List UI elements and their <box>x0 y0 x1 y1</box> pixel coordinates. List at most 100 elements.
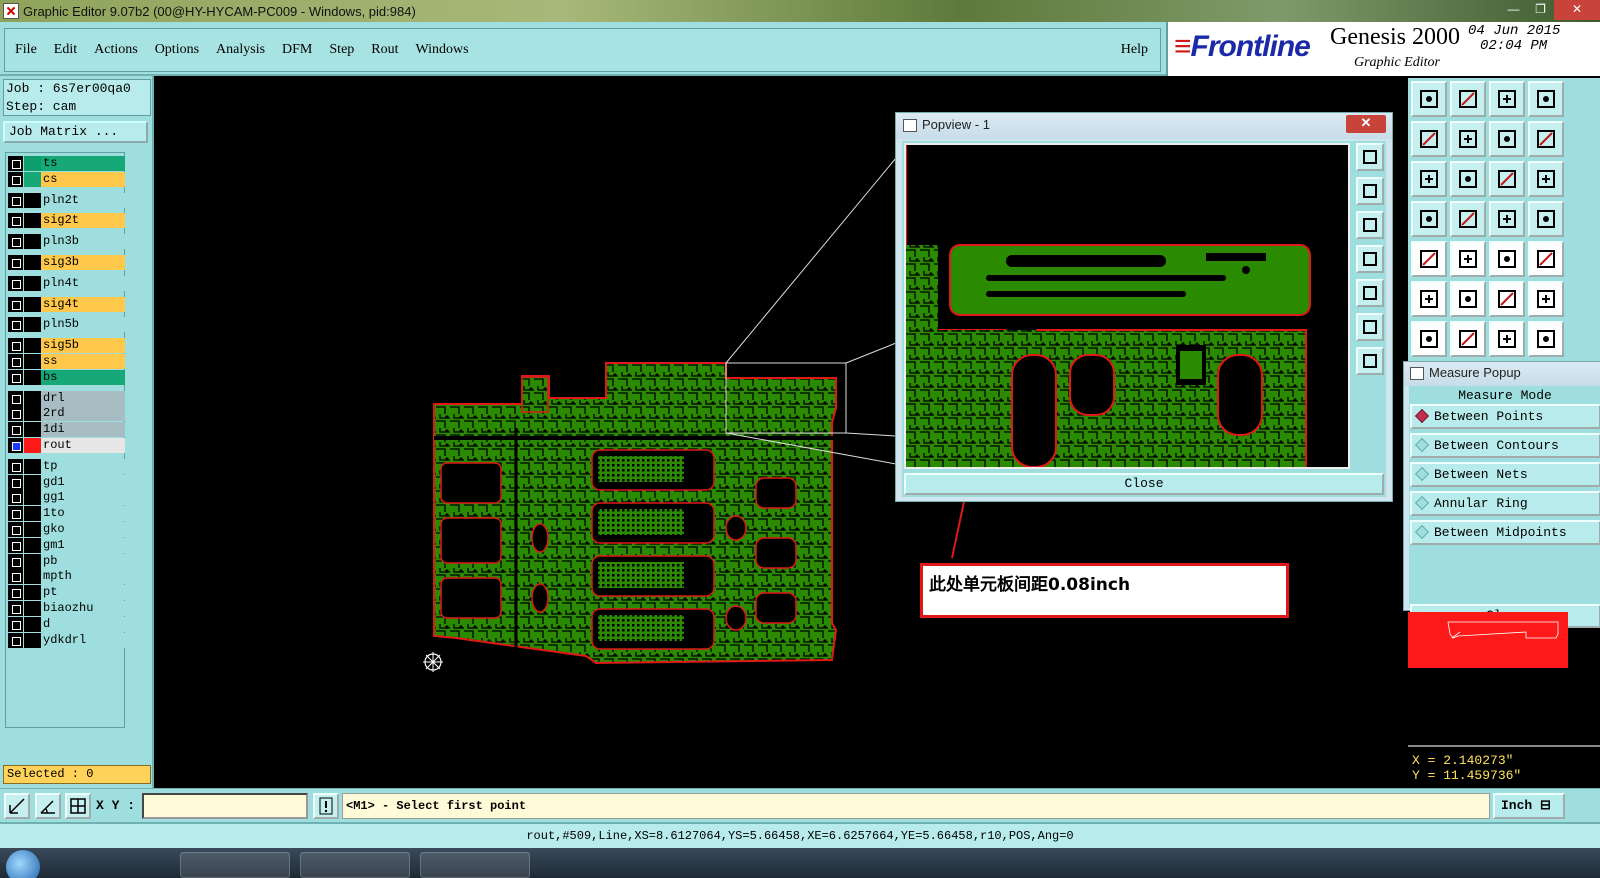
popview-canvas[interactable] <box>904 143 1350 469</box>
layer-checkbox[interactable] <box>8 317 23 333</box>
layer-row-1to[interactable]: 1to <box>7 506 125 522</box>
layer-checkbox[interactable] <box>8 422 23 438</box>
popview-close-x[interactable]: ✕ <box>1346 115 1386 133</box>
layer-row-sig5b[interactable]: sig5b <box>7 338 125 354</box>
menu-file[interactable]: File <box>15 42 37 58</box>
diagonal-measure-icon[interactable] <box>1450 321 1486 357</box>
menu-edit[interactable]: Edit <box>54 42 77 58</box>
minimize-button[interactable]: — <box>1500 0 1527 20</box>
angle-mode-icon[interactable] <box>35 793 61 819</box>
layer-row-pt[interactable]: pt <box>7 585 125 601</box>
layer-row-tp[interactable]: tp <box>7 458 125 474</box>
layer-row-pln5b[interactable]: pln5b <box>7 317 125 333</box>
mode-between-midpoints[interactable]: Between Midpoints <box>1410 520 1600 545</box>
dot-move-icon[interactable] <box>1528 281 1564 317</box>
layer-checkbox[interactable] <box>8 354 23 369</box>
layer-row-ss[interactable]: ss <box>7 354 125 369</box>
mode-annular-ring[interactable]: Annular Ring <box>1410 491 1600 516</box>
menu-rout[interactable]: Rout <box>371 42 398 58</box>
menu-options[interactable]: Options <box>155 42 199 58</box>
layer-checkbox[interactable] <box>8 569 23 585</box>
previous-view-icon[interactable] <box>1489 121 1525 157</box>
snap-mode-icon[interactable] <box>4 793 30 819</box>
layer-checkbox[interactable] <box>8 601 23 616</box>
popview-zoom-window-icon[interactable] <box>1356 143 1384 171</box>
mode-between-nets[interactable]: Between Nets <box>1410 462 1600 487</box>
cross-delete-icon[interactable] <box>1450 281 1486 317</box>
start-button[interactable] <box>6 850 40 878</box>
zoom-fit-icon[interactable] <box>1411 161 1447 197</box>
layer-checkbox[interactable] <box>8 296 23 312</box>
layer-checkbox[interactable] <box>8 522 23 537</box>
layer-row-sig2t[interactable]: sig2t <box>7 213 125 229</box>
close-window-button[interactable]: ✕ <box>1554 0 1600 20</box>
layer-row-gko[interactable]: gko <box>7 522 125 537</box>
home-view-icon[interactable] <box>1489 81 1525 117</box>
scale-1-2-icon[interactable] <box>1489 161 1525 197</box>
hole-info-icon[interactable] <box>1528 241 1564 277</box>
layer-row-drl[interactable]: drl <box>7 390 125 406</box>
layer-row-d[interactable]: d <box>7 616 125 632</box>
ruler-measure-icon[interactable] <box>1489 241 1525 277</box>
layer-row-sig4t[interactable]: sig4t <box>7 296 125 312</box>
layer-checkbox[interactable] <box>8 438 23 453</box>
popview-pan-right-icon[interactable] <box>1356 279 1384 307</box>
layer-row-pb[interactable]: pb <box>7 553 125 569</box>
rotate-icon[interactable] <box>1489 321 1525 357</box>
layer-row-biaozhu[interactable]: biaozhu <box>7 601 125 616</box>
layer-checkbox[interactable] <box>8 585 23 601</box>
layer-checkbox[interactable] <box>8 192 23 208</box>
layer-checkbox[interactable] <box>8 506 23 522</box>
layer-row-gm1[interactable]: gm1 <box>7 537 125 553</box>
help-query-icon[interactable] <box>1528 161 1564 197</box>
menu-help[interactable]: Help <box>1121 42 1148 58</box>
layer-checkbox[interactable] <box>8 458 23 474</box>
layer-row-sig3b[interactable]: sig3b <box>7 255 125 270</box>
layer-row-cs[interactable]: cs <box>7 171 125 187</box>
layer-checkbox[interactable] <box>8 553 23 569</box>
layer-checkbox[interactable] <box>8 338 23 354</box>
taskbar-item[interactable] <box>300 852 410 878</box>
layer-checkbox[interactable] <box>8 156 23 171</box>
layer-checkbox[interactable] <box>8 406 23 422</box>
menu-dfm[interactable]: DFM <box>282 42 312 58</box>
net-probe-icon[interactable] <box>1450 201 1486 237</box>
layer-row-pln4t[interactable]: pln4t <box>7 275 125 291</box>
pan-right-icon[interactable] <box>1450 121 1486 157</box>
popview-zoom-out-icon[interactable] <box>1356 347 1384 375</box>
layer-toggle-icon[interactable] <box>1528 201 1564 237</box>
menu-analysis[interactable]: Analysis <box>216 42 265 58</box>
popview-zoom-in-icon[interactable] <box>1356 313 1384 341</box>
redraw-icon[interactable] <box>1528 121 1564 157</box>
pan-up-icon[interactable] <box>1411 81 1447 117</box>
layer-checkbox[interactable] <box>8 537 23 553</box>
units-selector[interactable]: Inch ⊟ <box>1493 793 1565 819</box>
flip-mirror-icon[interactable] <box>1528 321 1564 357</box>
feature-select-icon[interactable] <box>1450 241 1486 277</box>
layer-checkbox[interactable] <box>8 490 23 506</box>
popview-pan-left-icon[interactable] <box>1356 245 1384 273</box>
job-matrix-button[interactable]: Job Matrix ... <box>3 121 148 143</box>
layer-checkbox[interactable] <box>8 390 23 406</box>
mode-between-points[interactable]: Between Points <box>1410 404 1600 429</box>
layer-checkbox[interactable] <box>8 632 23 648</box>
fit-window-icon[interactable] <box>1528 81 1564 117</box>
layer-checkbox[interactable] <box>8 616 23 632</box>
layer-checkbox[interactable] <box>8 275 23 291</box>
layer-checkbox[interactable] <box>8 171 23 187</box>
overview-map[interactable] <box>1408 612 1568 668</box>
popview-pan-down-icon[interactable] <box>1356 211 1384 239</box>
layer-checkbox[interactable] <box>8 474 23 490</box>
layer-checkbox[interactable] <box>8 369 23 385</box>
pad-info-icon[interactable] <box>1411 241 1447 277</box>
popview-pan-up-icon[interactable] <box>1356 177 1384 205</box>
layer-row-2rd[interactable]: 2rd <box>7 406 125 422</box>
layer-row-rout[interactable]: rout <box>7 438 125 453</box>
maximize-button[interactable]: ❐ <box>1527 0 1554 20</box>
layer-compare-icon[interactable] <box>1489 201 1525 237</box>
alert-icon[interactable] <box>313 793 339 819</box>
layer-row-pln3b[interactable]: pln3b <box>7 234 125 250</box>
pan-down-icon[interactable] <box>1450 81 1486 117</box>
menu-step[interactable]: Step <box>329 42 354 58</box>
cut-line-icon[interactable] <box>1411 321 1447 357</box>
